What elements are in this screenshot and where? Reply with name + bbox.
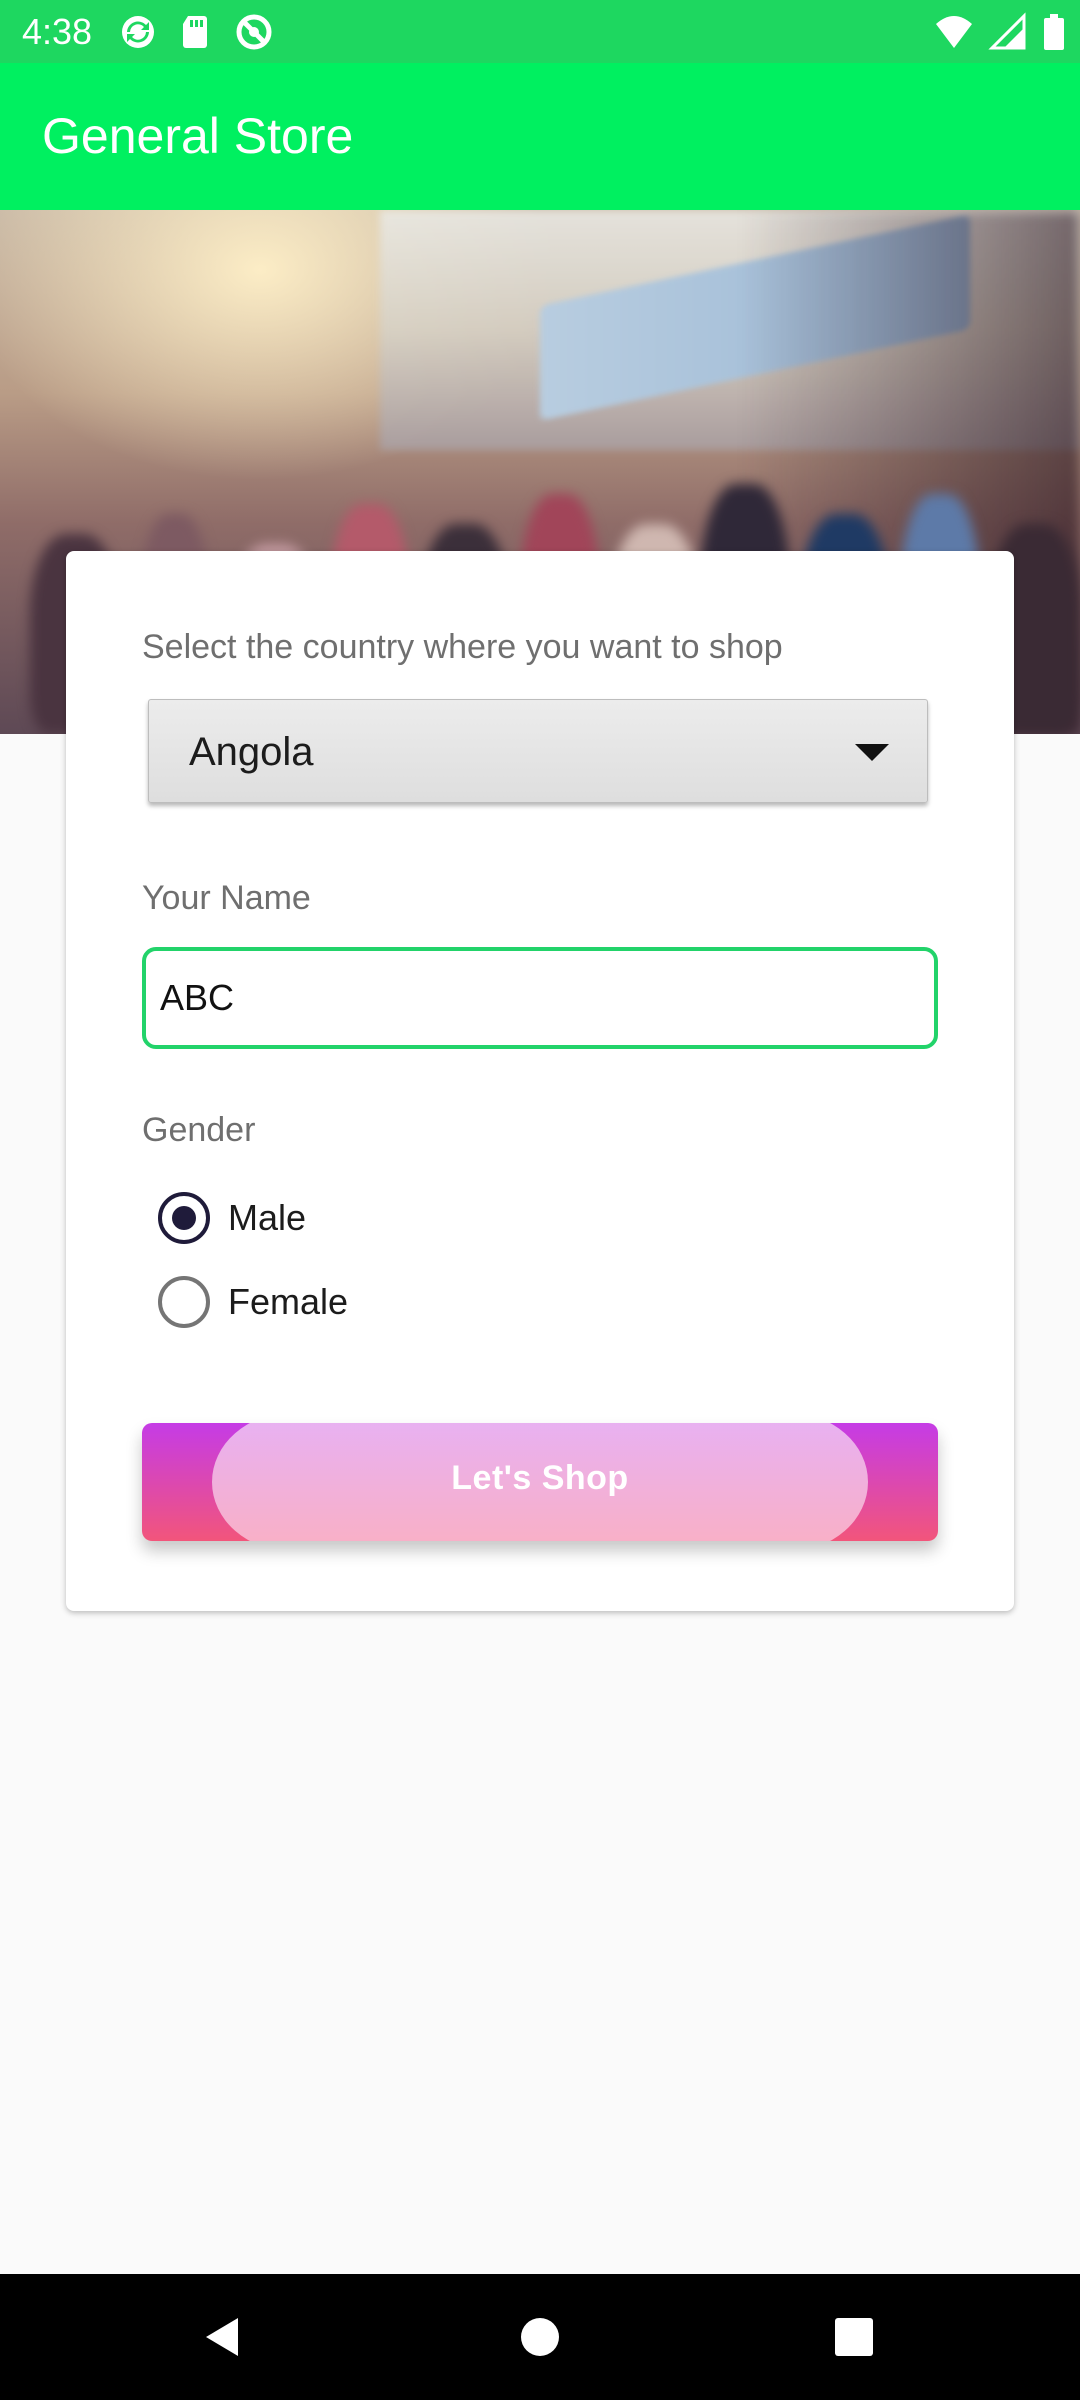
name-input[interactable] [142, 947, 938, 1049]
radio-option-male[interactable]: Male [158, 1190, 306, 1246]
radio-label-male: Male [228, 1197, 307, 1238]
navigation-bar [0, 2274, 1080, 2400]
status-right-icons [934, 12, 1066, 52]
home-icon[interactable] [515, 2312, 565, 2362]
app-bar: General Store [0, 63, 1080, 210]
no-disturb-icon [234, 12, 274, 52]
radio-button-male[interactable] [158, 1192, 210, 1244]
wifi-icon [934, 12, 974, 52]
name-label: Your Name [142, 879, 311, 917]
cell-signal-icon [988, 12, 1028, 52]
lets-shop-button[interactable]: Let's Shop [142, 1423, 938, 1541]
status-time: 4:38 [22, 11, 93, 52]
radio-label-female: Female [228, 1281, 349, 1322]
country-dropdown-value: Angola [189, 730, 314, 774]
radio-button-female[interactable] [158, 1276, 210, 1328]
gender-label: Gender [142, 1111, 256, 1149]
app-title: General Store [42, 108, 354, 164]
sd-card-icon [176, 12, 216, 52]
chevron-down-icon [855, 744, 889, 761]
radio-option-female[interactable]: Female [158, 1274, 348, 1330]
country-label: Select the country where you want to sho… [142, 628, 783, 666]
form-card: Select the country where you want to sho… [66, 551, 1014, 1611]
back-icon[interactable] [198, 2312, 248, 2362]
status-left-icons [118, 12, 274, 52]
country-dropdown[interactable]: Angola [148, 699, 928, 803]
recents-icon[interactable] [829, 2312, 879, 2362]
sync-icon [118, 12, 158, 52]
battery-icon [1042, 12, 1066, 52]
status-bar: 4:38 [0, 0, 1080, 63]
lets-shop-label: Let's Shop [451, 1459, 629, 1497]
